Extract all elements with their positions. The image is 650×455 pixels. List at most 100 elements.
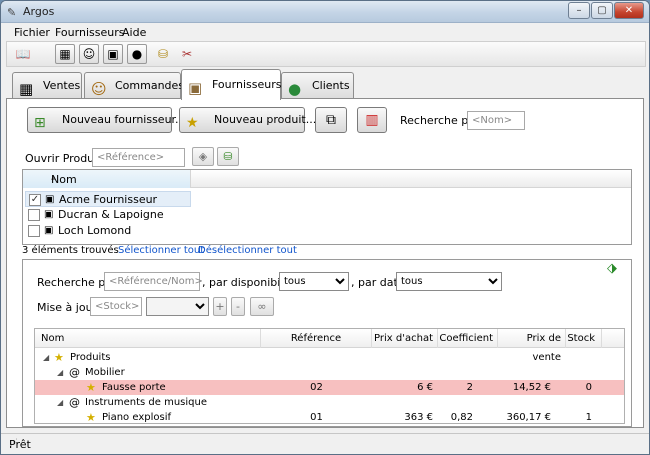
resize-grip-icon[interactable]: ⋰: [9, 438, 645, 448]
coins-icon[interactable]: ⛁: [153, 44, 173, 64]
items-found-count: 3 éléments trouvés: [22, 245, 119, 256]
supplier-box-icon: ▣: [44, 225, 54, 236]
table-row[interactable]: ★ Fausse porte 02 6 € 2 14,52 € 0: [35, 380, 624, 395]
product-name: Piano explosif: [102, 412, 171, 423]
new-supplier-button[interactable]: ⊞ Nouveau fournisseur...: [27, 107, 186, 133]
cash-register-icon[interactable]: ▦: [55, 44, 75, 64]
supplier-name: Loch Lomond: [58, 224, 132, 237]
menu-aide[interactable]: Aide: [122, 26, 146, 39]
product-coefficient: 0,82: [450, 412, 473, 423]
products-tree-table: Nom Référence Prix d'achat Coefficient P…: [34, 328, 625, 424]
column-nom[interactable]: ▴ Nom: [23, 170, 191, 188]
collapse-arrow-icon[interactable]: ◢: [43, 350, 49, 365]
minimize-button[interactable]: –: [568, 2, 590, 19]
status-bar: Prêt ⋰: [1, 433, 649, 454]
availability-select[interactable]: tous: [279, 272, 349, 291]
product-search-input[interactable]: <Référence/Nom>: [104, 272, 203, 291]
column-sale-price[interactable]: Prix de vente: [498, 329, 566, 363]
menu-fournisseurs[interactable]: Fournisseurs: [55, 26, 124, 39]
refresh-icon[interactable]: ⬗: [604, 262, 620, 278]
product-reference: 01: [310, 412, 323, 423]
tab-fournisseurs[interactable]: ▣ Fournisseurs: [181, 69, 281, 100]
products-section: ⬗ Recherche par <Référence/Nom> , par di…: [22, 259, 632, 427]
supplier-checkbox[interactable]: [28, 225, 40, 237]
supplier-box-icon: ▣: [45, 194, 55, 205]
supplier-row[interactable]: ▣ Ducran & Lapoigne: [25, 207, 191, 223]
collapse-arrow-icon[interactable]: ◢: [57, 365, 63, 380]
close-button[interactable]: ✕: [614, 2, 644, 19]
supplier-row[interactable]: ▣ Loch Lomond: [25, 223, 191, 239]
bar-chart-icon: ▥: [365, 112, 379, 128]
product-coefficient: 2: [466, 382, 473, 393]
table-row[interactable]: ★ Piano explosif 01 363 € 0,82 360,17 € …: [35, 410, 624, 423]
supplier-checkbox[interactable]: [28, 209, 40, 221]
book-icon[interactable]: 📖: [13, 44, 33, 64]
product-sale-price: 14,52 €: [512, 382, 551, 393]
menu-bar: Fichier Fournisseurs Aide: [1, 23, 649, 41]
client-icon[interactable]: ●: [127, 44, 147, 64]
app-feather-icon: ✎: [7, 6, 17, 19]
tab-label: Clients: [312, 79, 350, 92]
tab-strip: ▦ Ventes ☺ Commandes ▣ Fournisseurs ● Cl…: [9, 69, 649, 100]
new-product-button[interactable]: ★ Nouveau produit...: [179, 107, 316, 133]
suppliers-panel: ⊞ Nouveau fournisseur... ★ Nouveau produ…: [6, 98, 644, 428]
supplier-box-icon[interactable]: ▣: [103, 44, 123, 64]
boxes-icon: ⧉: [326, 112, 336, 128]
supplier-box-icon: ▣: [188, 79, 203, 97]
column-nom[interactable]: Nom: [35, 329, 261, 348]
stock-plus-button[interactable]: +: [213, 297, 227, 316]
supplier-list-header: ▴ Nom: [23, 170, 631, 188]
tag-icon: ◈: [198, 150, 208, 163]
spiral-icon: @: [69, 396, 80, 409]
collapse-arrow-icon[interactable]: ◢: [57, 395, 63, 410]
column-coefficient[interactable]: Coefficient: [438, 329, 498, 348]
open-product-input[interactable]: <Référence>: [92, 148, 185, 167]
tab-commandes[interactable]: ☺ Commandes: [84, 72, 184, 99]
product-coins-button[interactable]: ⛁: [217, 147, 239, 166]
tree-row-root[interactable]: ◢ ★ Produits: [35, 350, 624, 365]
maximize-button[interactable]: ▢: [591, 2, 613, 19]
stock-input[interactable]: <Stock>: [90, 297, 142, 316]
search-name-input[interactable]: <Nom>: [467, 111, 525, 130]
column-stock[interactable]: Stock: [566, 329, 602, 348]
group-name: Mobilier: [85, 367, 125, 378]
column-label: Nom: [51, 173, 77, 186]
clerk-icon[interactable]: ☺: [79, 44, 99, 64]
product-stock: 0: [585, 382, 592, 393]
star-icon: ★: [86, 381, 96, 394]
date-select[interactable]: tous: [396, 272, 502, 291]
menu-fichier[interactable]: Fichier: [14, 26, 50, 39]
select-all-link[interactable]: Sélectionner tout: [118, 245, 204, 256]
link-icon: ∞: [257, 300, 267, 313]
product-purchase-price: 363 €: [404, 412, 433, 423]
supplier-box-icon: ▣: [44, 209, 54, 220]
coins-icon: ⛁: [223, 150, 233, 163]
tab-ventes[interactable]: ▦ Ventes: [12, 72, 82, 99]
tree-row-group[interactable]: ◢ @ Mobilier: [35, 365, 624, 380]
tree-row-group[interactable]: ◢ @ Instruments de musique: [35, 395, 624, 410]
column-purchase-price[interactable]: Prix d'achat: [372, 329, 438, 348]
window-title: Argos: [23, 5, 55, 18]
open-product-button[interactable]: ◈: [192, 147, 214, 166]
tree-root-label: Produits: [70, 352, 111, 363]
column-reference[interactable]: Référence: [261, 329, 372, 348]
new-product-label: Nouveau produit...: [214, 113, 317, 126]
supplier-checkbox[interactable]: ✓: [29, 194, 41, 206]
product-stock: 1: [585, 412, 592, 423]
supplier-name: Acme Fournisseur: [59, 193, 158, 206]
supplier-name: Ducran & Lapoigne: [58, 208, 164, 221]
deselect-all-link[interactable]: Désélectionner tout: [198, 245, 297, 256]
stock-apply-button[interactable]: ∞: [250, 297, 274, 316]
open-product-label: Ouvrir Produit: [25, 152, 102, 165]
product-name: Fausse porte: [102, 382, 166, 393]
tab-label: Ventes: [43, 79, 81, 92]
title-bar: ✎ Argos – ▢ ✕: [1, 1, 649, 23]
star-icon: ★: [54, 351, 64, 364]
tab-clients[interactable]: ● Clients: [281, 72, 354, 99]
supplier-boxes-button[interactable]: ⧉: [315, 107, 347, 133]
chart-button[interactable]: ▥: [357, 107, 387, 133]
stock-unit-select[interactable]: [146, 297, 209, 316]
supplier-row[interactable]: ✓ ▣ Acme Fournisseur: [25, 191, 191, 207]
stock-minus-button[interactable]: -: [231, 297, 245, 316]
tools-icon[interactable]: ✂: [177, 44, 197, 64]
